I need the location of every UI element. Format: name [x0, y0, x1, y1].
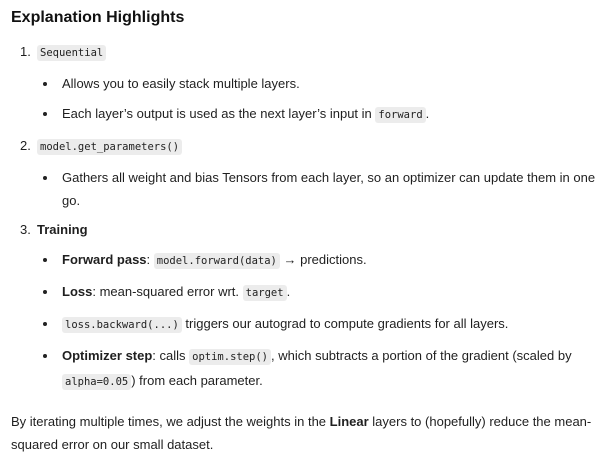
bullet-text: : mean-squared error wrt.	[92, 284, 243, 299]
bullet-text: Allows you to easily stack multiple laye…	[62, 76, 300, 91]
bullet-bold: Loss	[62, 284, 93, 299]
inline-code: loss.backward(...)	[62, 317, 182, 333]
sub-list-item: Each layer’s output is used as the next …	[37, 102, 603, 127]
bullet-icon	[43, 258, 47, 262]
inline-code: forward	[375, 107, 426, 123]
list-item: 1. Sequential Allows you to easily stack…	[11, 40, 603, 127]
item-title-code: model.get_parameters()	[37, 139, 183, 155]
sub-list-item: loss.backward(...) triggers our autograd…	[37, 312, 603, 337]
bullet-text: triggers our autograd to compute gradien…	[181, 316, 509, 331]
item-number: 2.	[20, 138, 31, 153]
bullet-icon	[43, 82, 47, 86]
highlights-list: 1. Sequential Allows you to easily stack…	[11, 40, 603, 394]
section-heading: Explanation Highlights	[11, 9, 185, 26]
closing-paragraph: By iterating multiple times, we adjust t…	[11, 410, 603, 456]
bullet-text: :	[146, 252, 154, 267]
bullet-text: Gathers all weight and bias Tensors from…	[62, 170, 596, 208]
bullet-bold: Optimizer step	[62, 348, 153, 363]
sub-list-item: Forward pass: model.forward(data) → pred…	[37, 248, 603, 273]
sub-list-item: Gathers all weight and bias Tensors from…	[37, 166, 603, 212]
item-number: 1.	[20, 44, 31, 59]
inline-code: optim.step()	[189, 349, 271, 365]
bullet-text: .	[425, 106, 430, 121]
sub-list: Allows you to easily stack multiple laye…	[37, 72, 603, 127]
sub-list-item: Optimizer step: calls optim.step(), whic…	[37, 344, 603, 394]
paragraph-text: By iterating multiple times, we adjust t…	[11, 414, 330, 429]
item-number: 3.	[20, 222, 31, 237]
bullet-text: .	[286, 284, 291, 299]
bullet-text: : calls	[152, 348, 190, 363]
bullet-text: Each layer’s output is used as the next …	[62, 106, 376, 121]
sub-list-item: Allows you to easily stack multiple laye…	[37, 72, 603, 95]
sub-list: Gathers all weight and bias Tensors from…	[37, 166, 603, 212]
list-item: 3. Training Forward pass: model.forward(…	[11, 218, 603, 394]
item-title-code: Sequential	[37, 45, 107, 61]
inline-code: target	[242, 285, 287, 301]
bullet-icon	[43, 354, 47, 358]
inline-code: alpha=0.05	[62, 374, 132, 390]
sub-list-item: Loss: mean-squared error wrt. target.	[37, 280, 603, 305]
paragraph-bold: Linear	[329, 414, 369, 429]
bullet-bold: Forward pass	[62, 252, 147, 267]
item-title: Training	[37, 222, 88, 237]
bullet-text: , which subtracts a portion of the gradi…	[271, 348, 572, 363]
bullet-icon	[43, 322, 47, 326]
bullet-text: ) from each parameter.	[131, 373, 263, 388]
bullet-icon	[43, 176, 47, 180]
list-item: 2. model.get_parameters() Gathers all we…	[11, 134, 603, 212]
bullet-icon	[43, 290, 47, 294]
document: Explanation Highlights 1. Sequential All…	[11, 6, 603, 456]
bullet-text: → predictions.	[279, 252, 367, 267]
bullet-icon	[43, 112, 47, 116]
inline-code: model.forward(data)	[153, 253, 280, 269]
sub-list: Forward pass: model.forward(data) → pred…	[37, 248, 603, 394]
